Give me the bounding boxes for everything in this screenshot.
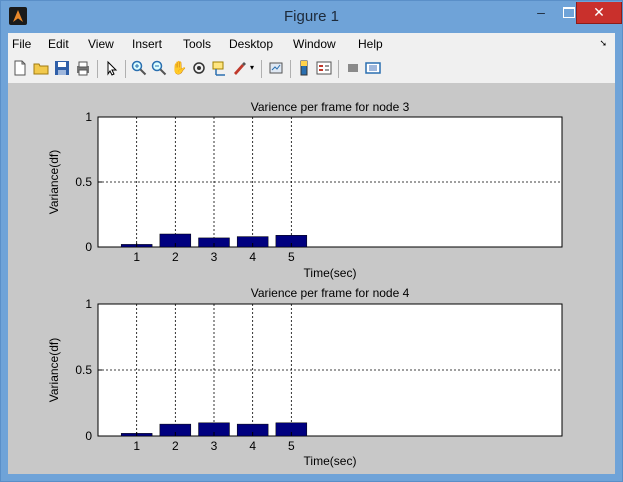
y-tick-label: 1 — [85, 110, 92, 124]
x-tick-label: 1 — [133, 439, 140, 453]
y-tick-label: 0 — [85, 429, 92, 443]
axes-node-4[interactable]: Varience per frame for node 4 Time(sec) … — [47, 286, 563, 468]
x-tick-label: 1 — [133, 250, 140, 264]
close-button[interactable]: ✕ — [576, 2, 622, 24]
menu-insert[interactable]: Insert — [132, 37, 162, 51]
menu-help[interactable]: Help — [358, 37, 383, 51]
x-tick-label: 2 — [172, 250, 179, 264]
y-axis-label: Variance(df) — [47, 338, 61, 402]
x-tick-label: 4 — [249, 250, 256, 264]
y-tick-label: 0.5 — [75, 363, 92, 377]
figure-toolbar: ✋ ▾ — [8, 55, 615, 84]
toolbar-separator — [97, 60, 98, 78]
rotate-3d-icon[interactable] — [191, 60, 207, 76]
pan-icon[interactable]: ✋ — [171, 60, 187, 76]
x-axis-label: Time(sec) — [304, 454, 357, 468]
menu-edit[interactable]: Edit — [48, 37, 69, 51]
menu-bar: File Edit View Insert Tools Desktop Wind… — [8, 33, 615, 55]
pointer-icon[interactable] — [104, 60, 120, 76]
x-tick-label: 5 — [288, 250, 295, 264]
menu-file[interactable]: File — [12, 37, 31, 51]
new-figure-icon[interactable] — [12, 60, 28, 76]
y-tick-label: 1 — [85, 297, 92, 311]
axes-node-3[interactable]: Varience per frame for node 3 Time(sec) … — [47, 100, 563, 280]
x-tick-label: 5 — [288, 439, 295, 453]
minimize-button[interactable]: – — [527, 2, 555, 23]
toolbar-separator — [125, 60, 126, 78]
figure-window: Figure 1 – ✕ File Edit View Insert Tools… — [0, 0, 623, 482]
y-axis-label: Variance(df) — [47, 150, 61, 214]
show-plot-tools-icon[interactable] — [365, 60, 381, 76]
chart-title: Varience per frame for node 3 — [251, 100, 410, 114]
x-tick-label: 3 — [211, 439, 218, 453]
open-file-icon[interactable] — [33, 60, 49, 76]
zoom-in-icon[interactable] — [131, 60, 147, 76]
colorbar-icon[interactable] — [296, 60, 312, 76]
toolbar-separator — [261, 60, 262, 78]
title-bar[interactable]: Figure 1 – ✕ — [1, 1, 622, 33]
x-axis-label: Time(sec) — [304, 266, 357, 280]
data-cursor-icon[interactable] — [211, 60, 227, 76]
menu-desktop[interactable]: Desktop — [229, 37, 273, 51]
y-tick-label: 0 — [85, 240, 92, 254]
menu-window[interactable]: Window — [293, 37, 336, 51]
menu-view[interactable]: View — [88, 37, 114, 51]
y-tick-label: 0.5 — [75, 175, 92, 189]
close-icon: ✕ — [593, 4, 605, 20]
maximize-icon — [563, 7, 575, 18]
x-tick-label: 2 — [172, 439, 179, 453]
menu-tools[interactable]: Tools — [183, 37, 211, 51]
brush-dropdown-icon[interactable]: ▾ — [248, 60, 256, 76]
legend-icon[interactable] — [316, 60, 332, 76]
toolbar-separator — [338, 60, 339, 78]
menu-dock-arrow-icon[interactable]: ➘ — [599, 38, 607, 49]
figure-canvas[interactable]: Varience per frame for node 3 Time(sec) … — [8, 84, 615, 474]
link-plot-icon[interactable] — [268, 60, 284, 76]
toolbar-separator — [290, 60, 291, 78]
x-tick-label: 4 — [249, 439, 256, 453]
brush-icon[interactable] — [231, 60, 247, 76]
x-tick-label: 3 — [211, 250, 218, 264]
chart-title: Varience per frame for node 4 — [251, 286, 410, 300]
plots-svg: Varience per frame for node 3 Time(sec) … — [47, 100, 563, 468]
zoom-out-icon[interactable] — [151, 60, 167, 76]
print-icon[interactable] — [75, 60, 91, 76]
save-icon[interactable] — [54, 60, 70, 76]
hide-plot-tools-icon[interactable] — [345, 60, 361, 76]
